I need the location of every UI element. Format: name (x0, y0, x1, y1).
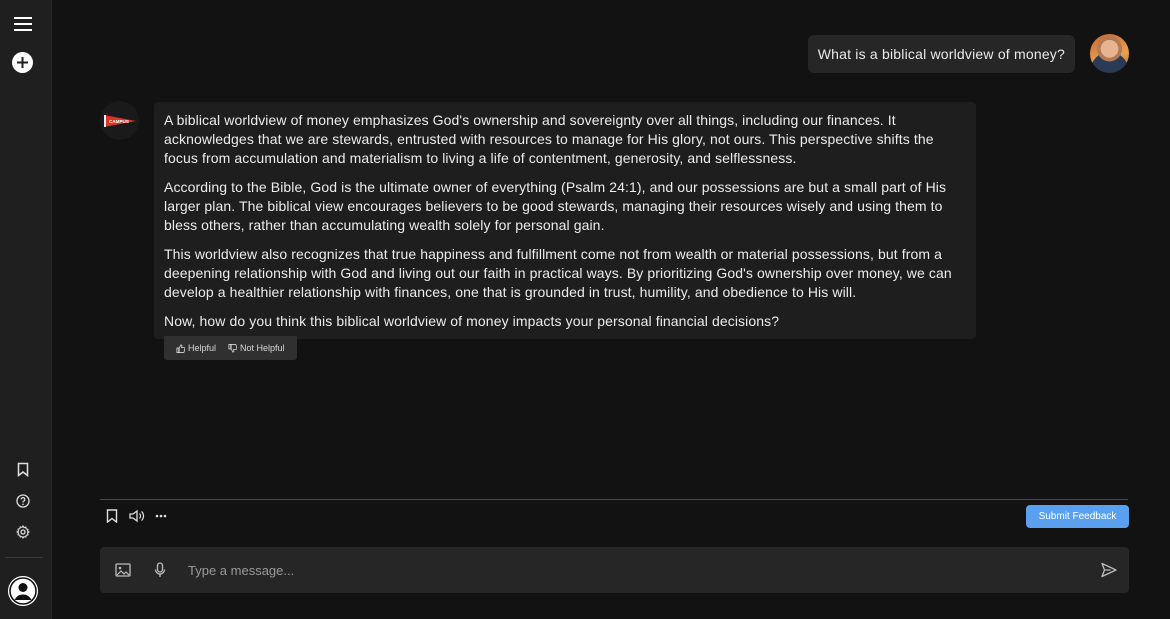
thumbs-down-icon (228, 343, 238, 353)
gear-icon[interactable] (12, 521, 34, 543)
sidebar (0, 0, 52, 619)
bot-paragraph: This worldview also recognizes that true… (164, 246, 952, 300)
bot-paragraph: Now, how do you think this biblical worl… (164, 313, 780, 329)
profile-avatar[interactable] (8, 576, 38, 606)
not-helpful-label: Not Helpful (240, 343, 285, 353)
helpful-label: Helpful (188, 343, 217, 353)
thumbs-up-icon (176, 343, 185, 353)
bot-message-bubble: A biblical worldview of money emphasizes… (154, 102, 976, 339)
chat-main: What is a biblical worldview of money? C… (52, 0, 1170, 619)
user-avatar-icon (8, 576, 38, 606)
bookmark-icon[interactable] (104, 508, 120, 524)
microphone-icon[interactable] (151, 561, 169, 579)
plus-icon (17, 57, 28, 68)
not-helpful-button[interactable]: Not Helpful (228, 343, 285, 353)
user-message-row: What is a biblical worldview of money? (807, 34, 1129, 73)
speaker-icon[interactable] (129, 508, 145, 524)
hamburger-menu-icon[interactable] (12, 13, 34, 35)
feedback-row: Helpful Not Helpful (164, 336, 297, 360)
user-avatar (1090, 34, 1129, 73)
bot-paragraph: A biblical worldview of money emphasizes… (164, 112, 934, 166)
submit-feedback-button[interactable]: Submit Feedback (1026, 505, 1129, 528)
image-icon[interactable] (114, 561, 132, 579)
bookmark-icon[interactable] (12, 458, 34, 480)
new-chat-button[interactable] (12, 52, 33, 73)
message-input[interactable] (188, 559, 1068, 581)
campus-pennant-logo: CAMPUS (103, 114, 136, 127)
sidebar-divider (5, 557, 43, 558)
helpful-button[interactable]: Helpful (176, 343, 216, 353)
help-circle-icon[interactable] (12, 490, 34, 512)
bot-paragraph: According to the Bible, God is the ultim… (164, 179, 947, 233)
more-dots-icon[interactable] (153, 508, 169, 524)
user-message-bubble: What is a biblical worldview of money? (807, 34, 1075, 73)
svg-text:CAMPUS: CAMPUS (109, 119, 129, 124)
send-icon[interactable] (1100, 561, 1118, 579)
bot-avatar: CAMPUS (100, 101, 139, 140)
toolbar-divider (100, 499, 1128, 500)
message-composer (100, 547, 1129, 593)
